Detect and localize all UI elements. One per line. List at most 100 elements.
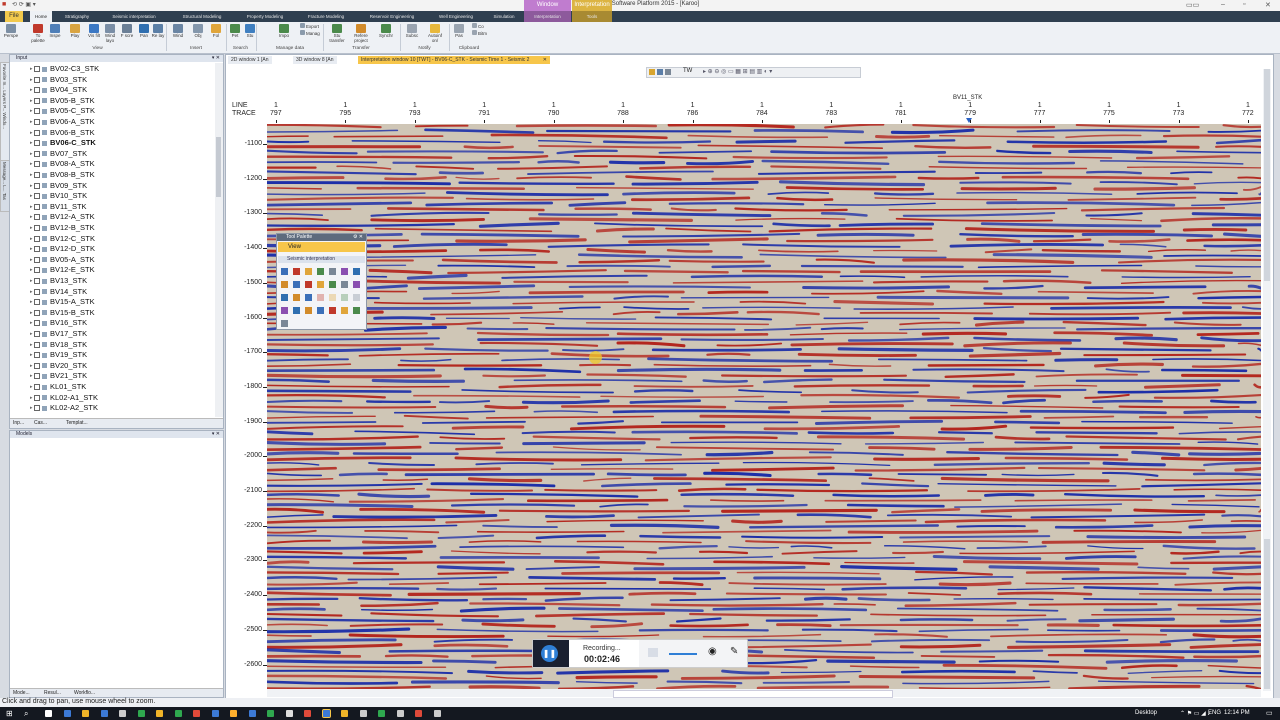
visibility-checkbox[interactable] xyxy=(34,87,40,94)
tab-workflows[interactable]: Workflo... xyxy=(74,690,95,696)
visibility-checkbox[interactable] xyxy=(34,352,40,359)
tree-item[interactable]: ▸ BV12-D_STK xyxy=(30,244,95,254)
tool-palette-seismic-section[interactable]: Seismic interpretation xyxy=(278,256,365,263)
reference-project-button[interactable]: Refere project xyxy=(353,24,369,43)
expand-icon[interactable]: ▸ xyxy=(30,212,33,222)
tab-input[interactable]: Inp... xyxy=(13,420,24,426)
tree-item[interactable]: ▸ BV09_STK xyxy=(30,181,87,191)
taskbar-app-icon[interactable] xyxy=(45,710,52,717)
tree-item[interactable]: ▸ BV07_STK xyxy=(30,149,87,159)
interpretation-tool-icon[interactable] xyxy=(281,294,288,301)
tree-item[interactable]: ▸ BV06-B_STK xyxy=(30,128,95,138)
visibility-checkbox[interactable] xyxy=(34,150,40,157)
tree-item[interactable]: ▸ BV06-A_STK xyxy=(30,117,95,127)
expand-icon[interactable]: ▸ xyxy=(30,149,33,159)
tab-property-modeling[interactable]: Property Modeling xyxy=(239,11,291,22)
visibility-checkbox[interactable] xyxy=(34,309,40,316)
import-button[interactable]: Impo xyxy=(276,24,292,38)
expand-icon[interactable]: ▸ xyxy=(30,85,33,95)
clock[interactable]: 12:14 PM xyxy=(1224,710,1250,716)
expand-icon[interactable]: ▸ xyxy=(30,244,33,254)
pan-tool-icon[interactable] xyxy=(657,69,663,75)
tab-interpretation[interactable]: Interpretation xyxy=(524,11,571,22)
vertical-scrollbar-thumb-2[interactable] xyxy=(1264,539,1270,689)
taskbar-app-icon[interactable] xyxy=(433,710,441,717)
interpretation-tool-icon[interactable] xyxy=(293,294,300,301)
minimize-icon[interactable]: – xyxy=(1221,1,1225,8)
domain-select[interactable]: TW xyxy=(683,68,692,74)
tab-home[interactable]: Home xyxy=(30,11,52,22)
visibility-checkbox[interactable] xyxy=(34,246,40,253)
visibility-checkbox[interactable] xyxy=(34,405,40,412)
visibility-checkbox[interactable] xyxy=(34,108,40,115)
select-tool-icon[interactable] xyxy=(649,69,655,75)
tab-tools[interactable]: Tools xyxy=(572,11,612,22)
tab-interpretation-window[interactable]: Interpretation window 10 [TWT] - BV06-C_… xyxy=(358,56,550,64)
window-button[interactable]: Wind xyxy=(170,24,186,38)
expand-icon[interactable]: ▸ xyxy=(30,159,33,169)
tree-item[interactable]: ▸ BV05-B_STK xyxy=(30,96,95,106)
tree-item[interactable]: ▸ BV11_STK xyxy=(30,202,87,212)
interpretation-tool-icon[interactable] xyxy=(353,307,360,314)
tree-item[interactable]: ▸ BV03_STK xyxy=(30,75,87,85)
expand-icon[interactable]: ▸ xyxy=(30,191,33,201)
interpretation-tool-icon[interactable] xyxy=(293,268,300,275)
pause-icon[interactable]: ❚❚ xyxy=(541,645,558,662)
taskbar-app-icon[interactable] xyxy=(100,710,108,717)
taskbar-app-icon[interactable] xyxy=(378,710,385,717)
tab-close-icon[interactable]: ✕ xyxy=(543,57,547,63)
interpretation-tool-icon[interactable] xyxy=(341,307,348,314)
interpretation-tool-icon[interactable] xyxy=(281,320,288,327)
bitmap-button[interactable]: Bitm xyxy=(472,30,498,37)
zoom-tool-icon[interactable] xyxy=(665,69,671,75)
vertical-scrollbar[interactable] xyxy=(1263,69,1271,691)
expand-icon[interactable]: ▸ xyxy=(30,202,33,212)
expand-icon[interactable]: ▸ xyxy=(30,223,33,233)
tab-simulation[interactable]: Simulation xyxy=(488,11,520,22)
expand-icon[interactable]: ▸ xyxy=(30,308,33,318)
notification-icon[interactable]: ▭ xyxy=(1266,709,1273,717)
perspective-button[interactable]: Perspe xyxy=(3,24,19,38)
visibility-checkbox[interactable] xyxy=(34,193,40,200)
interpretation-tool-icon[interactable] xyxy=(329,307,336,314)
expand-icon[interactable]: ▸ xyxy=(30,255,33,265)
tree-item[interactable]: ▸ BV15-A_STK xyxy=(30,297,95,307)
volume-slider[interactable] xyxy=(669,653,697,655)
taskbar-app-icon[interactable] xyxy=(193,710,200,717)
visibility-checkbox[interactable] xyxy=(34,331,40,338)
tab-3d-window[interactable]: 3D window 8 [An xyxy=(293,56,337,64)
visibility-checkbox[interactable] xyxy=(34,235,40,242)
tab-models[interactable]: Mode... xyxy=(13,690,30,696)
tab-templates[interactable]: Templat... xyxy=(66,420,88,426)
taskbar-app-icon[interactable] xyxy=(396,710,404,717)
taskbar-app-icon[interactable] xyxy=(211,710,219,717)
visibility-checkbox[interactable] xyxy=(34,172,40,179)
full-screen-button[interactable]: F scre xyxy=(119,24,135,38)
interpretation-tool-icon[interactable] xyxy=(353,281,360,288)
vertical-scrollbar-thumb[interactable] xyxy=(1264,69,1270,281)
tab-fracture-modeling[interactable]: Fracture Modeling xyxy=(298,11,354,22)
visibility-checkbox[interactable] xyxy=(34,203,40,210)
tree-item[interactable]: ▸ BV02-C3_STK xyxy=(30,64,99,74)
petrel-button[interactable]: Pet xyxy=(227,24,243,38)
relay-button[interactable]: Re lay xyxy=(150,24,166,38)
taskbar-app-icon[interactable] xyxy=(285,710,293,717)
side-tab-labels-2[interactable]: Message... L... Tas xyxy=(1,162,8,200)
expand-icon[interactable]: ▸ xyxy=(30,170,33,180)
tree-item[interactable]: ▸ BV12-C_STK xyxy=(30,234,95,244)
visibility-checkbox[interactable] xyxy=(34,97,40,104)
tree-item[interactable]: ▸ BV20_STK xyxy=(30,361,87,371)
inspector-button[interactable]: Inspe xyxy=(47,24,63,38)
search-icon[interactable]: ⌕ xyxy=(24,709,28,719)
interpretation-tool-icon[interactable] xyxy=(293,281,300,288)
expand-icon[interactable]: ▸ xyxy=(30,287,33,297)
interpretation-tool-icon[interactable] xyxy=(317,294,324,301)
taskbar-app-icon[interactable] xyxy=(341,710,348,717)
visibility-checkbox[interactable] xyxy=(34,225,40,232)
visibility-checkbox[interactable] xyxy=(34,373,40,380)
layout-icon[interactable]: ▭▭ xyxy=(1186,1,1199,9)
language-indicator[interactable]: ENG xyxy=(1208,710,1221,716)
view-tools-icon[interactable]: ▸ ⊕ ⊖ ◎ ▭ ▦ ⊞ ▤ ▥ ◐ ▾ xyxy=(703,68,772,75)
context-tab-window[interactable]: Window xyxy=(524,0,571,11)
taskbar-app-icon[interactable] xyxy=(304,710,311,717)
